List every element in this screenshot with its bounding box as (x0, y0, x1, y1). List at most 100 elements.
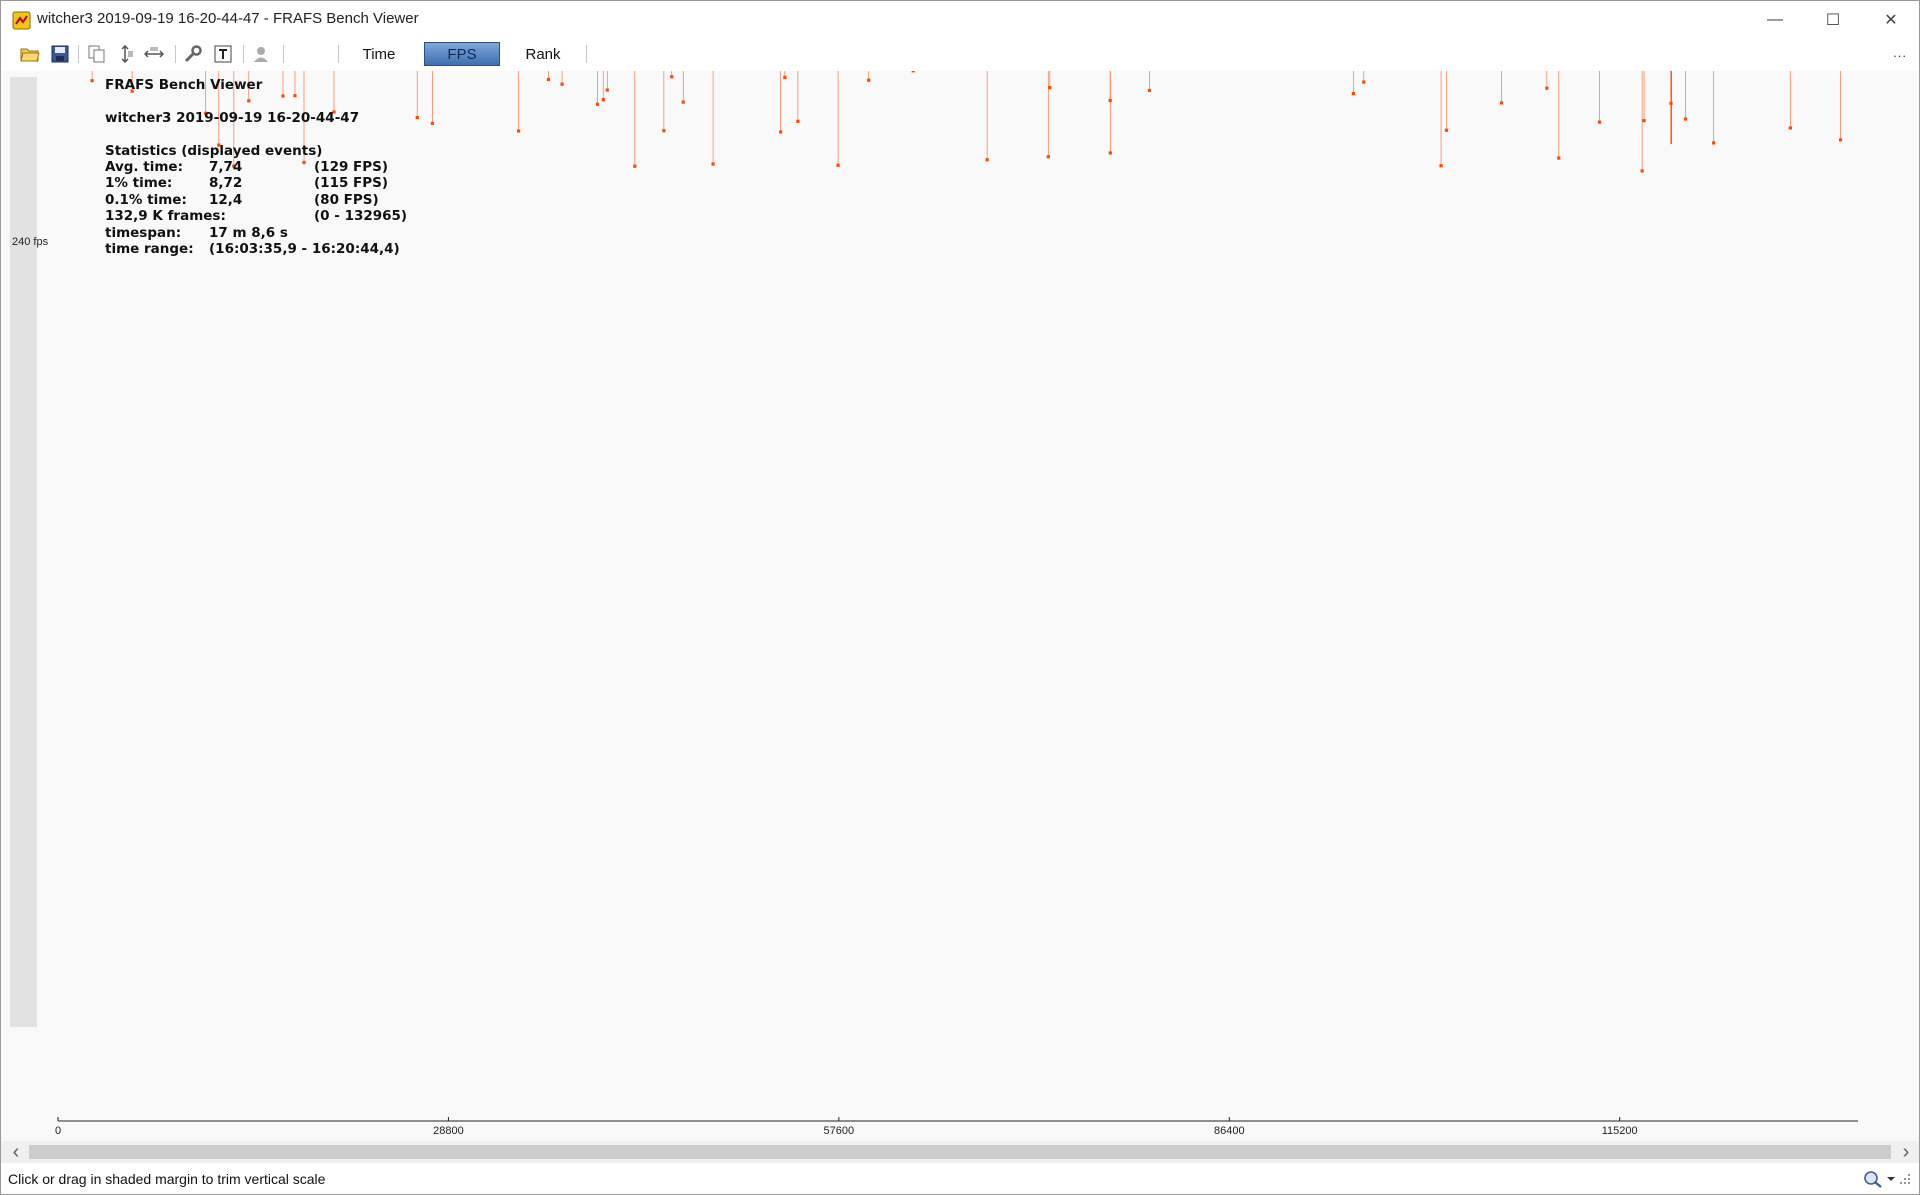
data-point (836, 163, 840, 167)
data-point (1683, 117, 1688, 121)
scroll-right-button[interactable]: › (1895, 1141, 1917, 1163)
data-point (670, 75, 674, 79)
data-point (633, 164, 637, 168)
text-overlay-button[interactable] (211, 43, 235, 65)
tab-time[interactable]: Time (348, 42, 410, 66)
data-point (867, 78, 871, 82)
stats-label: 1% time: (105, 175, 173, 191)
title-bar: witcher3 2019-09-19 16-20-44-47 - FRAFS … (1, 1, 1919, 39)
minimize-button[interactable]: — (1747, 1, 1803, 39)
app-icon (12, 11, 31, 30)
horizontal-scrollbar[interactable]: ‹ › (1, 1141, 1919, 1163)
x-tick-label: 86400 (1214, 1125, 1245, 1137)
data-point (595, 102, 600, 106)
zoom-icon[interactable] (1863, 1170, 1883, 1188)
fit-horizontal-button[interactable] (142, 43, 166, 65)
x-tick-label: 28800 (433, 1125, 464, 1137)
data-point (1557, 156, 1561, 160)
save-button[interactable] (48, 43, 72, 65)
data-point (1046, 155, 1050, 159)
stats-value: 7,74 (209, 158, 243, 175)
folder-open-icon (20, 48, 40, 62)
fit-horizontal-icon (144, 47, 164, 58)
scroll-left-button[interactable]: ‹ (5, 1141, 27, 1163)
scrollbar-thumb[interactable] (29, 1145, 1891, 1159)
toolbar-separator (338, 45, 339, 63)
minimize-icon: — (1767, 11, 1783, 28)
stats-value: 17 m 8,6 s (209, 224, 288, 241)
chevron-down-icon[interactable] (1887, 1175, 1895, 1183)
toolbar-separator (283, 45, 284, 63)
data-point (1640, 169, 1644, 173)
chevron-left-icon: ‹ (12, 1140, 20, 1163)
data-point (1838, 138, 1843, 142)
stats-value: (16:03:35,9 - 16:20:44,4) (209, 241, 400, 257)
toolbar-separator (586, 45, 587, 63)
data-point (517, 129, 521, 133)
settings-button[interactable] (181, 43, 205, 65)
data-point (1147, 88, 1152, 93)
data-point (1362, 80, 1366, 84)
stats-label: Avg. time: (105, 158, 183, 175)
data-point (911, 71, 915, 73)
stats-label: time range: (105, 241, 194, 257)
data-point (293, 94, 297, 98)
window-title: witcher3 2019-09-19 16-20-44-47 - FRAFS … (37, 10, 419, 27)
data-point (1048, 86, 1052, 90)
fit-vertical-icon (121, 45, 133, 63)
tab-rank[interactable]: Rank (509, 42, 577, 66)
user-button[interactable] (249, 43, 273, 65)
data-point (1439, 164, 1443, 168)
copy-button[interactable] (85, 43, 109, 65)
data-point (662, 129, 666, 133)
close-icon: ✕ (1884, 12, 1898, 29)
open-button[interactable] (18, 43, 42, 65)
stats-label: timespan: (105, 224, 182, 241)
maximize-icon: ☐ (1825, 12, 1841, 29)
data-point (546, 77, 551, 82)
data-point (302, 160, 306, 165)
toolbar-separator (78, 45, 79, 63)
data-point (281, 94, 285, 98)
data-point (1788, 126, 1792, 130)
app-window: witcher3 2019-09-19 16-20-44-47 - FRAFS … (0, 0, 1920, 1195)
fps-chart-svg: 60 fps30 fpsAvg.240 fps180 fps120 fps60 … (10, 71, 1858, 1137)
data-point (1712, 141, 1716, 145)
copy-icon (88, 45, 105, 63)
stats-label: 0.1% time: (105, 191, 187, 208)
data-point (247, 99, 251, 103)
wrench-icon (184, 45, 202, 63)
data-point (1545, 86, 1549, 90)
stats-extra: (0 - 132965) (314, 208, 408, 224)
tab-fps[interactable]: FPS (424, 42, 500, 66)
user-icon (254, 47, 268, 62)
close-button[interactable]: ✕ (1863, 1, 1919, 39)
data-point (560, 82, 564, 86)
toolbar-overflow-button[interactable]: ... (1893, 45, 1907, 60)
fps-chart[interactable]: 60 fps30 fpsAvg.240 fps180 fps120 fps60 … (1, 71, 1919, 1141)
stats-extra: (115 FPS) (314, 175, 389, 191)
status-bar: Click or drag in shaded margin to trim v… (1, 1164, 1919, 1194)
maximize-button[interactable]: ☐ (1805, 1, 1861, 39)
save-icon (51, 45, 69, 63)
fit-vertical-button[interactable] (113, 43, 137, 65)
stats-label: 132,9 K frames: (105, 208, 226, 224)
data-point (430, 121, 435, 126)
overlay-run-name: witcher3 2019-09-19 16-20-44-47 (105, 110, 360, 126)
stats-extra: (129 FPS) (314, 158, 389, 175)
data-point (711, 162, 715, 166)
x-tick-label: 0 (55, 1125, 61, 1137)
data-point (1108, 151, 1112, 155)
overlay-stats-heading: Statistics (displayed events) (105, 143, 323, 159)
trim-margin-left[interactable] (10, 77, 37, 1027)
data-point (1642, 119, 1646, 123)
overlay-app-name: FRAFS Bench Viewer (105, 77, 263, 93)
stats-extra: (80 FPS) (314, 191, 379, 208)
data-point (1499, 101, 1504, 105)
data-point (796, 119, 800, 123)
status-tools (1863, 1170, 1911, 1188)
data-point (90, 79, 94, 83)
resize-grip-icon[interactable] (1899, 1173, 1911, 1185)
data-point (415, 115, 419, 120)
data-point (601, 98, 605, 102)
